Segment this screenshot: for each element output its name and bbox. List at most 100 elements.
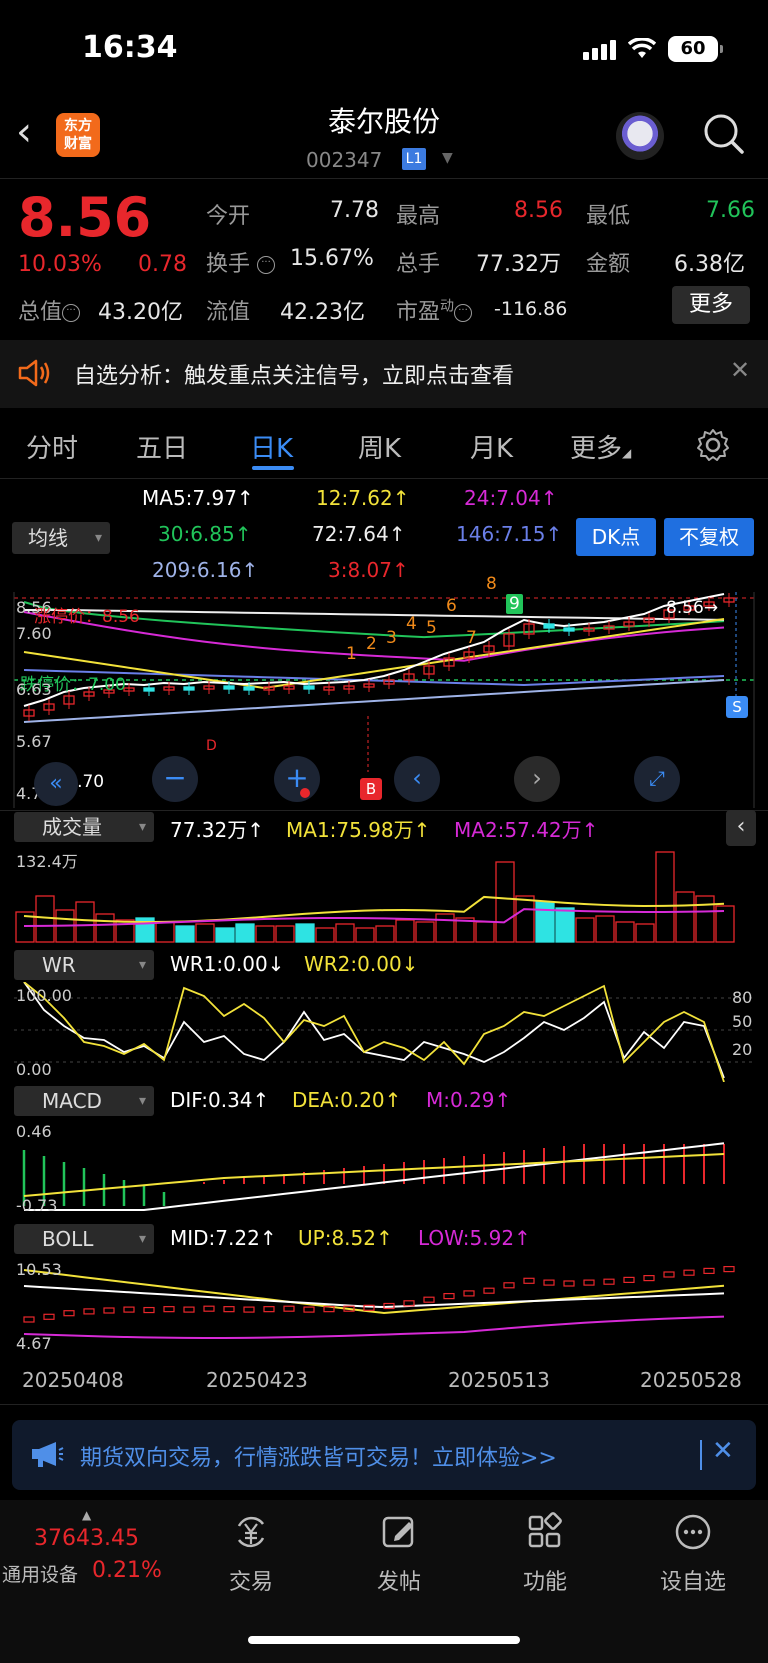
sector-index-value[interactable]: 37643.45 [34,1526,139,1551]
scroll-left-end-button[interactable]: « [34,762,78,806]
boll-candle [603,1278,615,1285]
total-value: 43.20亿 [98,300,183,325]
low-label: 最低 [586,204,631,229]
boll-candle [143,1306,155,1314]
scroll-left-button[interactable]: ‹ [394,756,440,802]
wr-indicator-selector[interactable]: WR [14,950,154,980]
tab-five-day[interactable]: 五日 [136,428,188,465]
robot-assistant-icon[interactable] [616,112,664,160]
close-icon[interactable]: ✕ [712,1436,734,1466]
candle [223,685,235,690]
boll-candle [643,1275,655,1282]
tab-weekly-k[interactable]: 周K [358,428,401,465]
search-icon[interactable] [702,112,744,154]
nav-add-watchlist-label: 设自选 [659,1570,726,1595]
boll-candle [243,1306,255,1313]
tab-more[interactable]: 更多◢ [570,428,631,465]
td-sequence-mark: 2 [366,634,377,654]
sector-index-pct[interactable]: 0.21% [92,1558,162,1583]
caret-down-icon[interactable]: ▼ [442,150,453,166]
scroll-right-button[interactable]: › [514,756,560,802]
close-icon[interactable]: ✕ [730,356,750,384]
date-tick: 20250513 [448,1368,550,1392]
wr-y-bottom: 0.00 [16,1060,52,1079]
boll-candle [463,1290,475,1297]
zoom-in-button[interactable]: + [274,756,320,802]
nav-trade[interactable]: 交易 [206,1512,296,1596]
settings-gear-icon[interactable] [696,428,730,462]
macd-m: M:0.29↑ [426,1088,512,1112]
high-label: 最高 [396,204,441,229]
yuan-exchange-icon [237,1516,265,1548]
td-sequence-mark: 1 [346,644,357,664]
info-icon[interactable]: ··· [454,304,473,322]
volume-bar [495,861,515,943]
info-icon[interactable]: ··· [62,304,81,322]
zoom-out-button[interactable]: − [152,756,198,802]
amount-value: 6.38亿 [674,252,745,277]
level-badge[interactable]: L1 [402,148,426,170]
total-value-label: 总值 ··· [18,294,81,326]
d-signal-mark: D [206,738,217,754]
volume-bar [255,925,275,943]
boll-candle [723,1266,735,1273]
dk-point-button[interactable]: DK点 [576,518,656,556]
macd-dif-line [24,1142,725,1211]
boll-candle [703,1267,715,1274]
nav-functions[interactable]: 功能 [500,1512,590,1596]
sell-signal-badge[interactable]: S [726,696,748,718]
promo-banner-text[interactable]: 期货双向交易，行情涨跌皆可交易！立即体验>> [80,1440,557,1472]
turnover-value: 15.67% [290,246,374,271]
float-value: 42.23亿 [280,300,365,325]
high-value: 8.56 [514,198,563,223]
nav-add-watchlist[interactable]: 设自选 [648,1512,738,1596]
ma3-value: 3:8.07↑ [328,558,409,582]
turnover-label: 换手 ··· [206,246,276,278]
volume-bar [355,927,375,943]
volume-bar [335,923,355,943]
low-value: 7.66 [706,198,755,223]
boll-candle [623,1276,635,1283]
stock-code: 002347 [306,148,383,172]
boll-low-line [23,1315,725,1339]
ma-selector[interactable]: 均线 [12,522,110,554]
macd-y-bottom: -0.73 [16,1196,58,1215]
candle [303,685,315,690]
fullscreen-icon[interactable]: ⤢ [634,756,680,802]
pe-value: -116.86 [494,298,568,320]
boll-candle [443,1292,455,1300]
volume-ma2-line [23,908,725,927]
sector-index-name[interactable]: 通用设备 [2,1560,78,1587]
boll-mid-line [23,1285,725,1309]
info-icon[interactable]: ··· [257,256,276,274]
no-adjust-button[interactable]: 不复权 [664,518,754,556]
volume-indicator-selector[interactable]: 成交量 [14,812,154,842]
ma146-value: 146:7.15↑ [456,522,563,546]
more-button[interactable]: 更多 [672,286,750,324]
volume-bar [635,923,655,943]
boll-candle [103,1307,115,1314]
expand-up-icon[interactable]: ▲ [82,1508,91,1522]
boll-candle [483,1287,495,1294]
tab-daily-k[interactable]: 日K [250,428,293,465]
wr-ref-80: 80 [732,988,753,1007]
volume-value: 77.32万 [476,252,561,277]
macd-indicator-selector[interactable]: MACD [14,1086,154,1116]
boll-low: LOW:5.92↑ [418,1226,531,1250]
volume-value-label: 77.32万↑ [170,818,265,842]
notice-text[interactable]: 自选分析：触发重点关注信号，立即点击查看 [74,358,514,390]
divider [700,1440,702,1470]
boll-candle [503,1282,515,1289]
boll-candle [23,1316,35,1323]
notification-dot [300,788,310,798]
tab-monthly-k[interactable]: 月K [470,428,513,465]
nav-post[interactable]: 发帖 [354,1512,444,1596]
volume-bar [295,923,315,943]
collapse-panel-button[interactable]: ‹ [726,810,756,846]
buy-signal-badge[interactable]: B [360,778,382,800]
more-dots-icon [675,1514,711,1550]
boll-candle [43,1313,55,1320]
boll-indicator-selector[interactable]: BOLL [14,1224,154,1254]
tab-intraday[interactable]: 分时 [26,428,78,465]
wr-ref-20: 20 [732,1040,753,1059]
